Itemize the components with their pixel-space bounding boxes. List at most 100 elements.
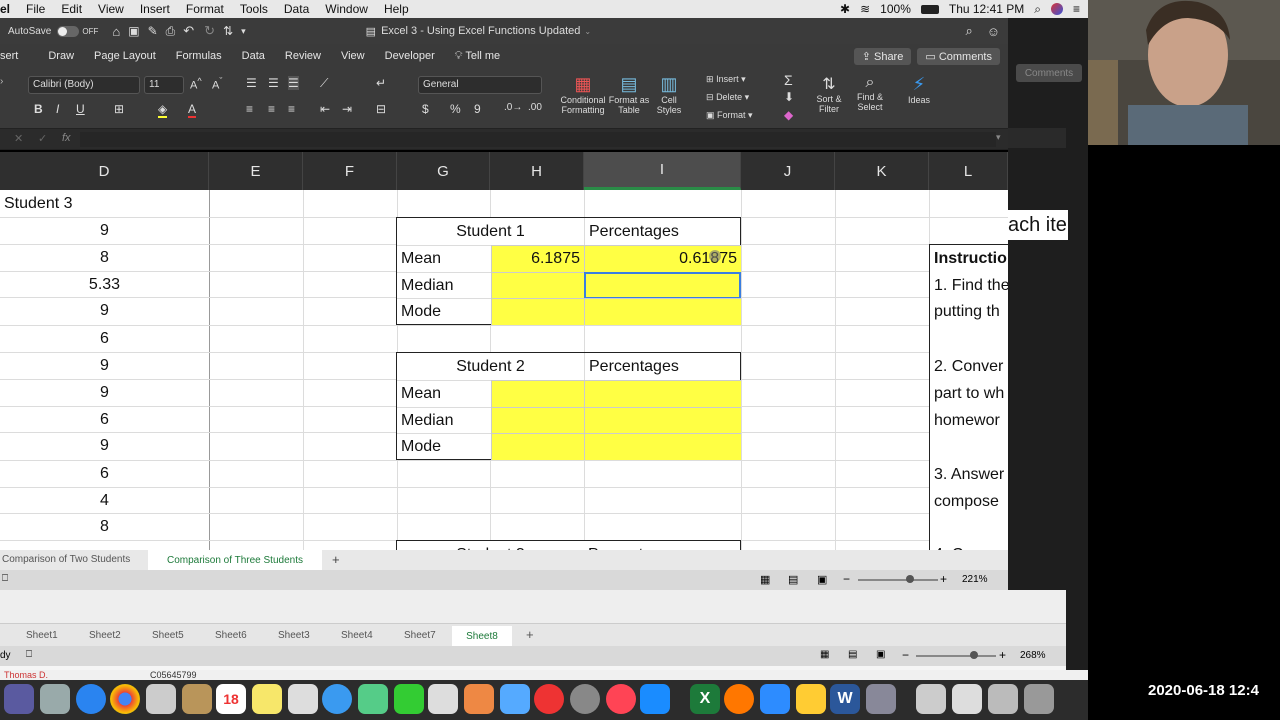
- background-sheet-tab[interactable]: Sheet7: [404, 630, 436, 641]
- tab-insert[interactable]: sert: [0, 50, 28, 62]
- cell-d-value[interactable]: 9: [0, 217, 209, 244]
- cell-d-value[interactable]: 9: [0, 432, 209, 459]
- dock-messages-icon[interactable]: [322, 684, 352, 714]
- cell-d-value[interactable]: 9: [0, 297, 209, 324]
- column-header-i[interactable]: I: [584, 152, 741, 190]
- dock-system-preferences-icon[interactable]: [570, 684, 600, 714]
- menu-data[interactable]: Data: [276, 2, 317, 16]
- column-header-e[interactable]: E: [209, 152, 303, 190]
- autosum-icon[interactable]: Σ: [784, 72, 793, 88]
- background-zoom-thumb[interactable]: [970, 651, 978, 659]
- paste-chevron-icon[interactable]: ›: [0, 76, 3, 87]
- insert-cells-button[interactable]: ⊞ Insert ▾: [706, 74, 746, 85]
- column-header-h[interactable]: H: [490, 152, 584, 190]
- confirm-entry-icon[interactable]: ✓: [38, 132, 47, 145]
- student1-mode-percentage[interactable]: [584, 298, 741, 325]
- dock-notes-icon[interactable]: [182, 684, 212, 714]
- instruction-line[interactable]: 2. Conver: [930, 353, 1008, 380]
- student1-mean-label[interactable]: Mean: [397, 245, 491, 272]
- dock-downloads-icon[interactable]: [916, 684, 946, 714]
- fill-icon[interactable]: ⬇: [784, 90, 794, 104]
- dock-photos-icon[interactable]: [358, 684, 388, 714]
- format-cells-button[interactable]: ▣ Format ▾: [706, 110, 753, 121]
- student3-percentages-header[interactable]: Percentages: [584, 541, 741, 551]
- increase-font-icon[interactable]: A^: [190, 76, 202, 92]
- student2-header[interactable]: Student 2: [397, 353, 584, 380]
- customize-toolbar-icon[interactable]: ▾: [241, 26, 246, 37]
- cell-d-student3[interactable]: Student 3: [0, 190, 209, 217]
- ideas-button[interactable]: ⚡︎ Ideas: [904, 74, 934, 105]
- increase-indent-icon[interactable]: ⇥: [342, 102, 352, 116]
- decrease-font-icon[interactable]: Aˇ: [212, 76, 222, 92]
- tab-draw[interactable]: Draw: [28, 50, 84, 62]
- tab-formulas[interactable]: Formulas: [166, 50, 232, 62]
- column-header-g[interactable]: G: [397, 152, 490, 190]
- dock-siri-icon[interactable]: [4, 684, 34, 714]
- cell-d-value[interactable]: 4: [0, 487, 209, 514]
- find-select-button[interactable]: ⌕ Find & Select: [852, 74, 888, 112]
- number-format-select[interactable]: General: [418, 76, 542, 94]
- dock-chrome-icon[interactable]: [110, 684, 140, 714]
- zoom-slider[interactable]: [858, 579, 938, 581]
- align-middle-icon[interactable]: ☰: [268, 76, 279, 90]
- column-header-f[interactable]: F: [303, 152, 397, 190]
- menu-format[interactable]: Format: [178, 2, 232, 16]
- font-size-select[interactable]: 11: [144, 76, 184, 94]
- zoom-in-icon[interactable]: +: [999, 648, 1006, 662]
- zoom-out-icon[interactable]: −: [902, 648, 909, 662]
- bold-button[interactable]: B: [34, 102, 43, 116]
- page-break-view-icon[interactable]: ▣: [817, 573, 827, 586]
- redo-icon[interactable]: ↻: [204, 23, 215, 39]
- student2-median-value[interactable]: [491, 407, 584, 434]
- student2-mean-label[interactable]: Mean: [397, 380, 491, 407]
- account-icon[interactable]: ☺: [987, 24, 1000, 39]
- cell-d-value[interactable]: 9: [0, 352, 209, 379]
- instruction-line[interactable]: homewor: [930, 407, 1008, 434]
- background-zoom-slider[interactable]: [916, 655, 996, 657]
- dock-app-icon[interactable]: [428, 684, 458, 714]
- student1-header[interactable]: Student 1: [397, 218, 584, 245]
- menu-clock[interactable]: Thu 12:41 PM: [949, 2, 1024, 16]
- wifi-icon[interactable]: ≋: [860, 2, 870, 16]
- share-button[interactable]: ⇪ Share: [853, 47, 912, 65]
- dock-zoom-icon[interactable]: [760, 684, 790, 714]
- fill-color-icon[interactable]: ◈: [158, 102, 168, 118]
- instruction-line[interactable]: compose: [930, 488, 1008, 515]
- background-sheet-tab[interactable]: Sheet3: [278, 630, 310, 641]
- instruction-line[interactable]: 4. C: [930, 541, 1008, 551]
- dock-stickies-icon[interactable]: [252, 684, 282, 714]
- menu-view[interactable]: View: [90, 2, 132, 16]
- format-as-table-button[interactable]: ▤ Format as Table: [608, 74, 650, 115]
- undo-icon[interactable]: ↶: [183, 23, 194, 39]
- zoom-slider-thumb[interactable]: [906, 575, 914, 583]
- align-bottom-icon[interactable]: ☰: [288, 76, 299, 90]
- background-sheet-tab[interactable]: Sheet1: [26, 630, 58, 641]
- menu-window[interactable]: Window: [317, 2, 376, 16]
- align-center-icon[interactable]: ≡: [268, 102, 275, 116]
- dock-calendar-icon[interactable]: 18: [216, 684, 246, 714]
- zoom-level[interactable]: 221%: [962, 574, 988, 585]
- menu-insert[interactable]: Insert: [132, 2, 178, 16]
- student3-header[interactable]: Student 3: [397, 541, 584, 551]
- dock-keynote-icon[interactable]: [500, 684, 530, 714]
- autosave-toggle[interactable]: OFF: [57, 25, 98, 37]
- zoom-in-icon[interactable]: +: [940, 572, 947, 586]
- dock-preview-icon[interactable]: [146, 684, 176, 714]
- cell-d-value[interactable]: 8: [0, 513, 209, 540]
- normal-view-icon[interactable]: ▦: [820, 649, 829, 660]
- dock-app-store-icon[interactable]: [640, 684, 670, 714]
- cell-d-value[interactable]: 8: [0, 244, 209, 271]
- student2-median-percentage[interactable]: [584, 407, 741, 434]
- background-sheet-tab[interactable]: Sheet2: [89, 630, 121, 641]
- background-sheet-tab[interactable]: Sheet5: [152, 630, 184, 641]
- sort-filter-button[interactable]: ⇅ Sort & Filter: [812, 74, 846, 114]
- percent-button[interactable]: %: [450, 102, 461, 116]
- page-break-view-icon[interactable]: ▣: [876, 649, 885, 660]
- menu-help[interactable]: Help: [376, 2, 417, 16]
- spotlight-search-icon[interactable]: ⌕: [1034, 2, 1041, 17]
- dock-firefox-icon[interactable]: [724, 684, 754, 714]
- dock-word-icon[interactable]: W: [830, 684, 860, 714]
- comma-style-button[interactable]: 9: [474, 102, 481, 116]
- dock-documents-icon[interactable]: [988, 684, 1018, 714]
- student1-median-label[interactable]: Median: [397, 272, 491, 299]
